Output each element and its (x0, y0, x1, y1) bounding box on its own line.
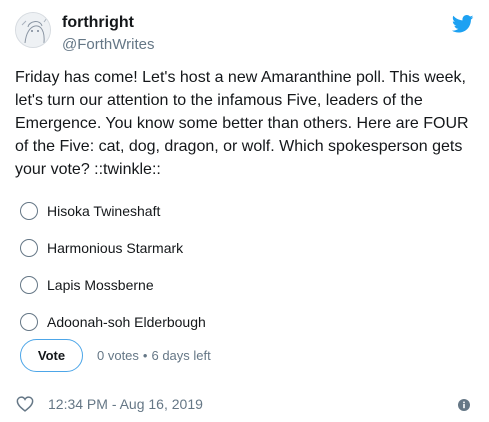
tweet-card: forthright @ForthWrites Friday has come!… (0, 0, 489, 422)
twitter-bird-icon[interactable] (452, 15, 474, 33)
avatar-sketch-icon (16, 13, 50, 47)
user-handle[interactable]: @ForthWrites (62, 35, 154, 55)
user-info: forthright @ForthWrites (62, 13, 154, 55)
radio-button[interactable] (20, 312, 38, 331)
poll-meta: 0 votes • 6 days left (97, 348, 211, 363)
poll-option[interactable]: Hisoka Twineshaft (20, 192, 320, 229)
separator-dot: • (142, 348, 148, 363)
tweet-text: Friday has come! Let's host a new Amaran… (15, 69, 469, 178)
poll-option[interactable]: Harmonious Starmark (20, 229, 320, 266)
timestamp[interactable]: 12:34 PM - Aug 16, 2019 (48, 396, 203, 412)
vote-button[interactable]: Vote (20, 339, 83, 372)
poll-option-label: Hisoka Twineshaft (47, 202, 161, 219)
heart-icon[interactable] (16, 396, 34, 412)
vote-count: 0 votes (97, 348, 139, 363)
avatar[interactable] (15, 12, 51, 48)
info-icon[interactable] (458, 399, 470, 411)
poll-option[interactable]: Adoonah-soh Elderbough (20, 303, 320, 340)
poll-footer: Vote 0 votes • 6 days left (20, 339, 211, 372)
radio-button[interactable] (20, 238, 38, 257)
radio-button[interactable] (20, 201, 38, 220)
poll-option-label: Adoonah-soh Elderbough (47, 313, 206, 330)
poll-option-label: Lapis Mossberne (47, 276, 154, 293)
tweet-footer: 12:34 PM - Aug 16, 2019 (16, 396, 203, 412)
poll-option-label: Harmonious Starmark (47, 239, 184, 256)
display-name[interactable]: forthright (62, 13, 154, 32)
poll-options: Hisoka Twineshaft Harmonious Starmark La… (20, 192, 320, 340)
poll-option[interactable]: Lapis Mossberne (20, 266, 320, 303)
time-left: 6 days left (151, 348, 211, 363)
radio-button[interactable] (20, 275, 38, 294)
